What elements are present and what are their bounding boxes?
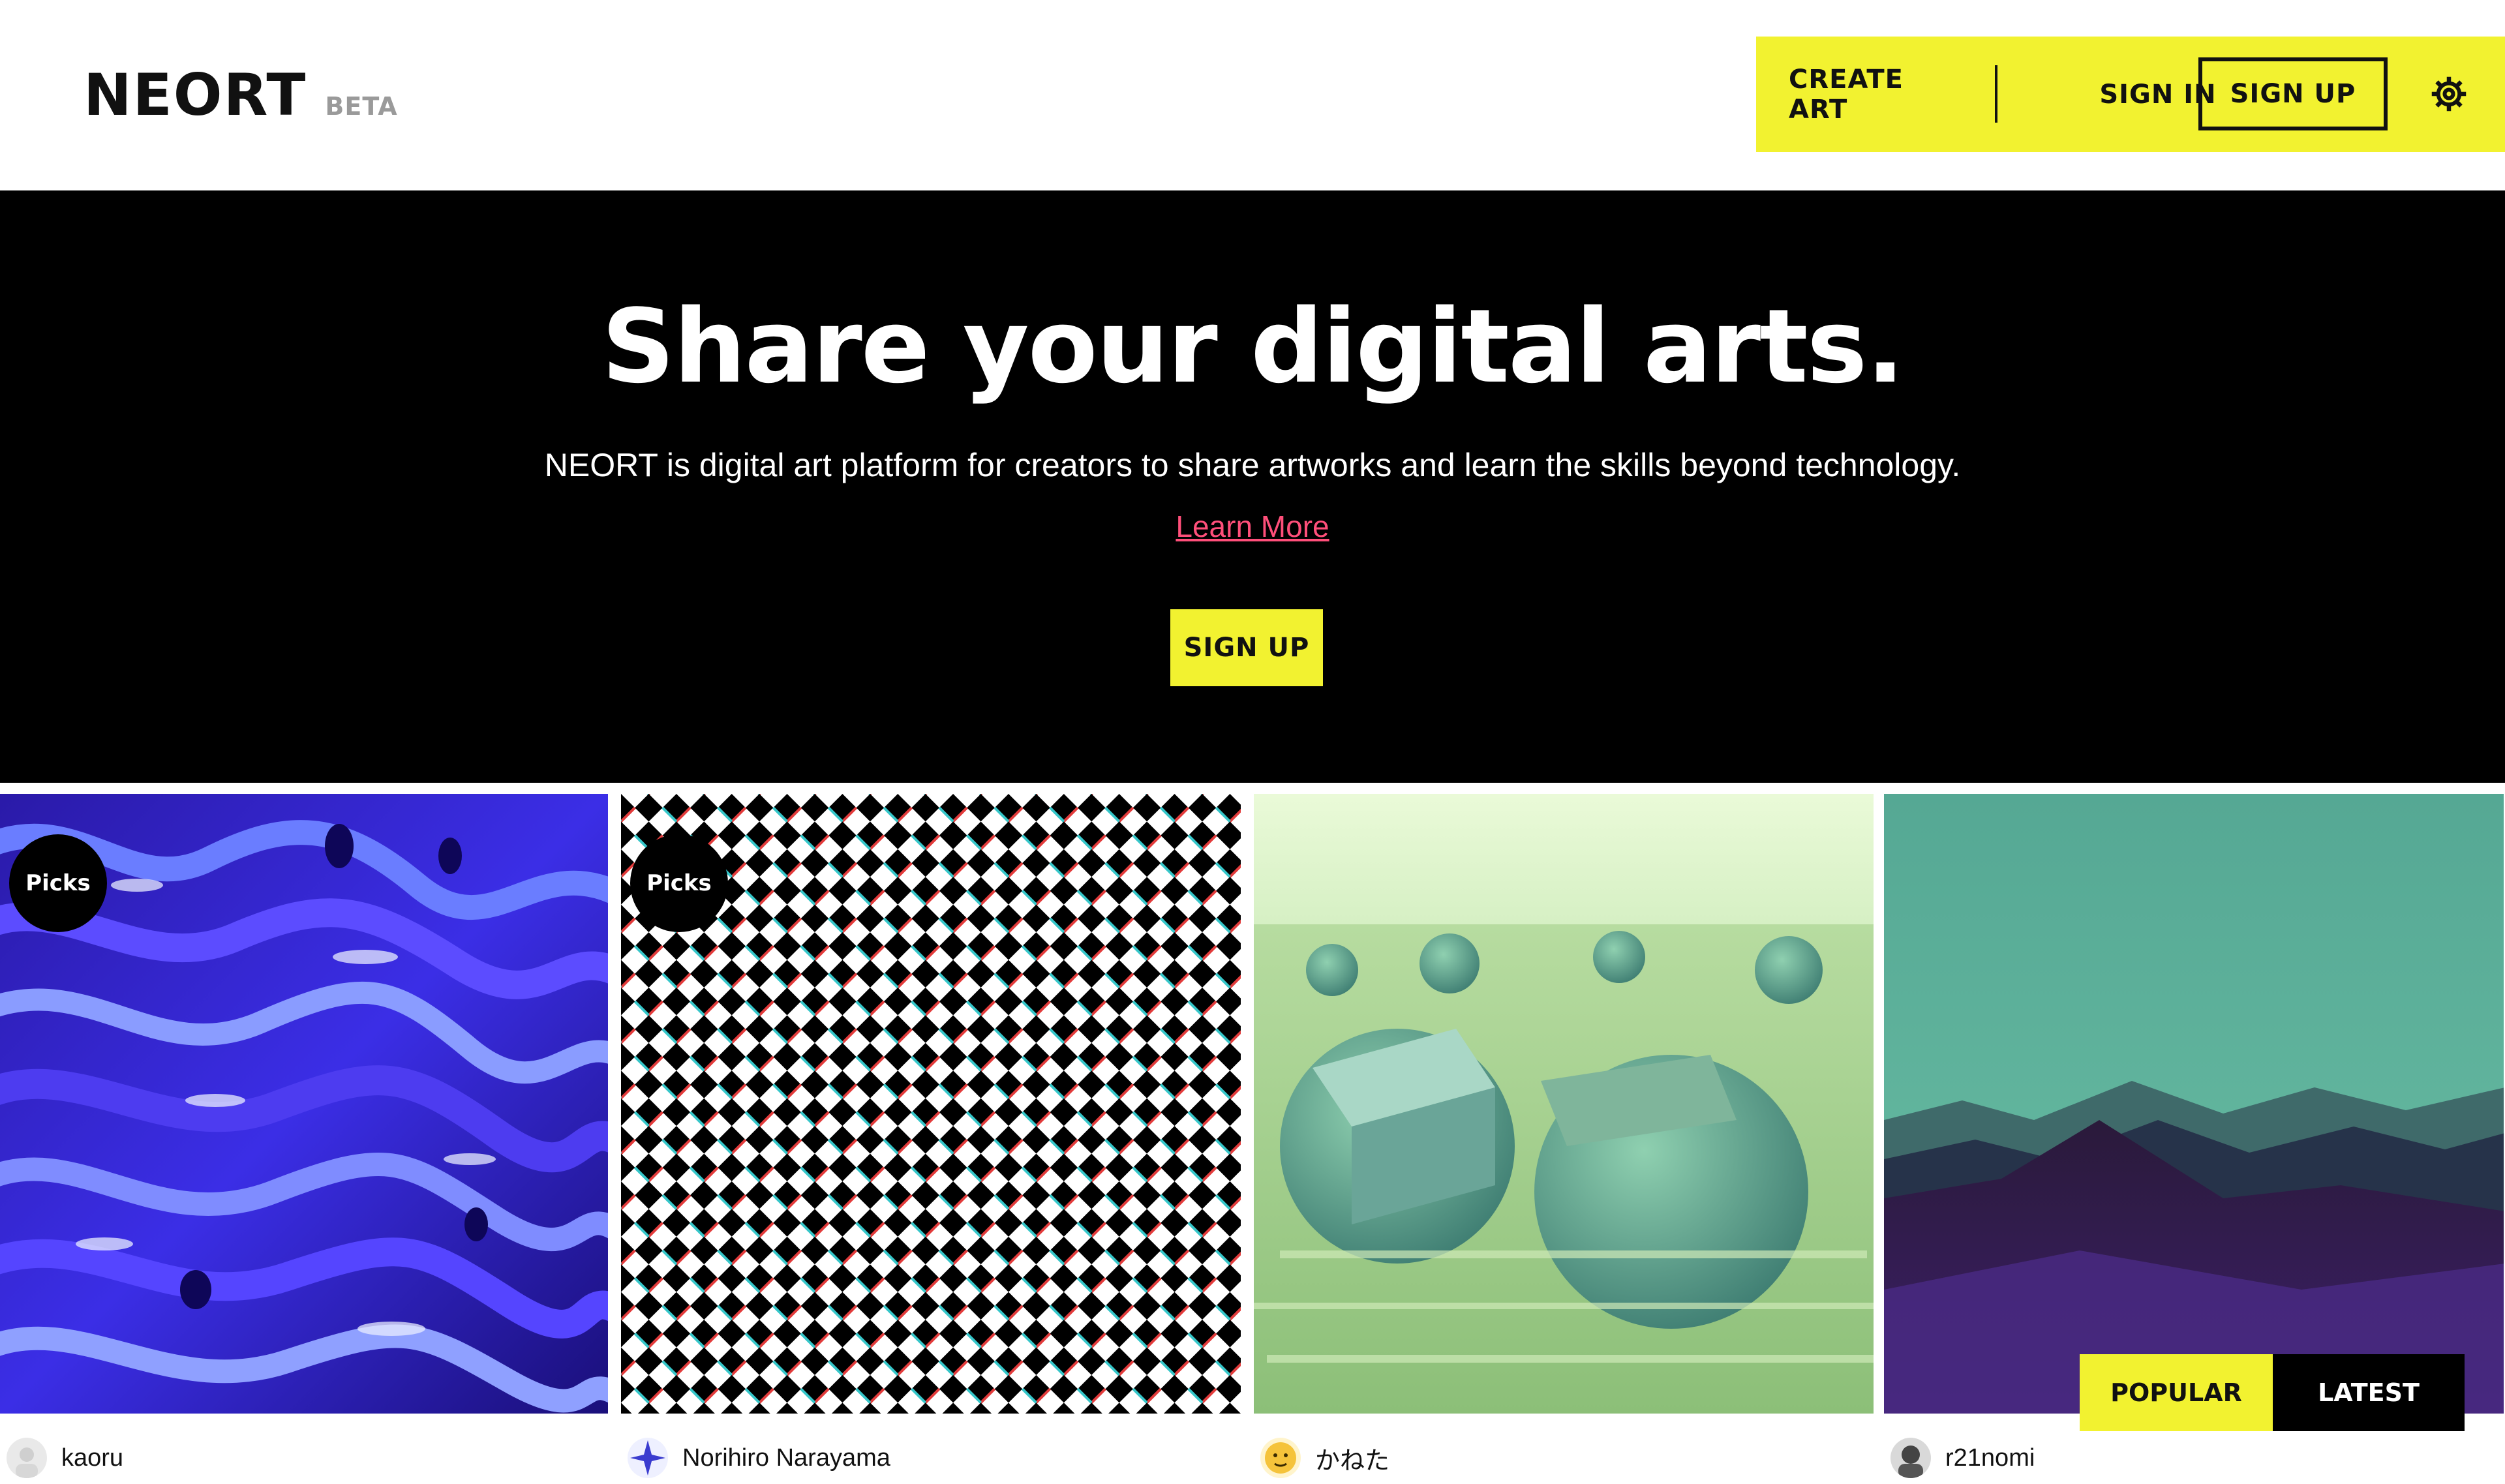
artwork-thumbnail[interactable] [1884,794,2504,1414]
logo[interactable]: NEORT BETA [84,61,398,129]
author-name[interactable]: かねた [1315,1440,1389,1476]
avatar[interactable] [1890,1438,1931,1478]
author-name[interactable]: r21nomi [1945,1444,2035,1472]
author-name[interactable]: kaoru [61,1444,123,1472]
create-art-link[interactable]: CREATE ART [1789,37,1965,152]
top-nav: CREATE ART SIGN IN SIGN UP [1756,37,2505,152]
sort-latest-button[interactable]: LATEST [2273,1354,2465,1431]
artwork-thumbnail[interactable]: Picks [0,794,620,1414]
artwork-thumbnail[interactable]: Picks [621,794,1241,1414]
author-info[interactable]: r21nomi [1884,1432,2035,1484]
hero-title: Share your digital arts. [601,287,1905,406]
artwork-thumbnail[interactable] [1254,794,1874,1414]
sign-up-button[interactable]: SIGN UP [2198,57,2388,130]
picks-badge: Picks [630,834,728,932]
picks-badge: Picks [9,834,107,932]
author-info[interactable]: かねた [1254,1432,1389,1484]
hero-banner: Share your digital arts. NEORT is digita… [0,190,2505,783]
author-info[interactable]: Norihiro Narayama [621,1432,890,1484]
sort-toggle: POPULAR LATEST [2080,1354,2465,1431]
avatar[interactable] [628,1438,668,1478]
logo-text[interactable]: NEORT [84,61,307,129]
sort-popular-button[interactable]: POPULAR [2080,1354,2273,1431]
author-name[interactable]: Norihiro Narayama [682,1444,890,1472]
hero-description: NEORT is digital art platform for creato… [544,447,1961,483]
avatar[interactable] [1260,1438,1301,1478]
avatar[interactable] [7,1438,47,1478]
beta-label: BETA [325,92,398,121]
nav-divider [1995,65,1997,123]
site-header: NEORT BETA CREATE ART SIGN IN SIGN UP [0,0,2505,190]
author-info[interactable]: kaoru [0,1432,123,1484]
hero-sign-up-button[interactable]: SIGN UP [1170,609,1323,686]
learn-more-link[interactable]: Learn More [0,509,2505,544]
gear-icon[interactable] [2429,74,2468,114]
